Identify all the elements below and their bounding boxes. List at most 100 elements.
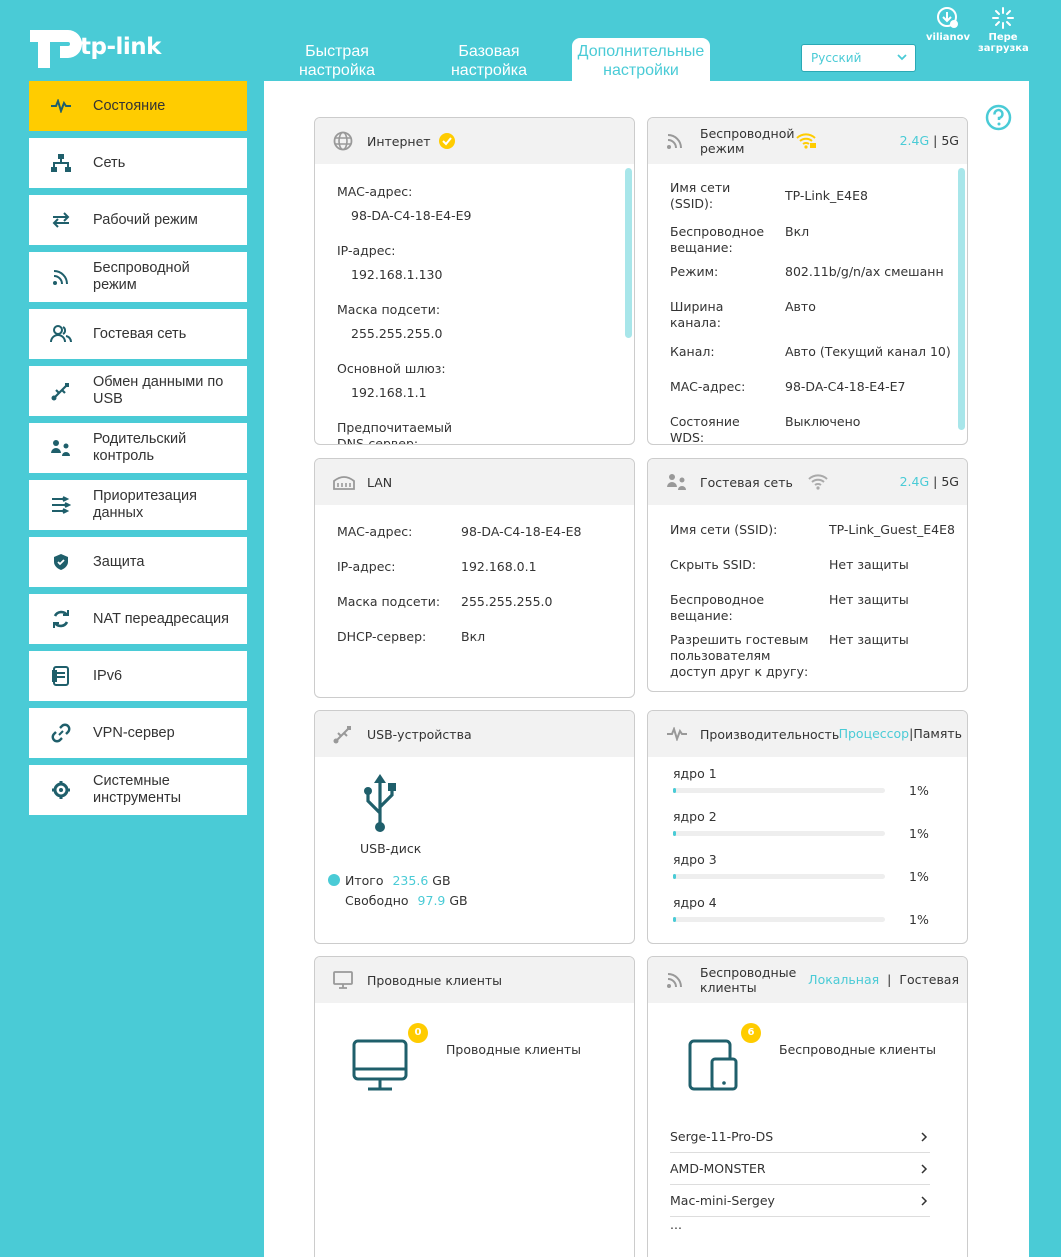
tab-basic[interactable]: Базовая настройка <box>420 38 558 82</box>
internet-title: Интернет <box>367 133 431 149</box>
qos-icon <box>29 496 93 514</box>
sidebar-item-label: Обмен данными по USB <box>93 374 224 407</box>
guest-allow-value: Нет защиты <box>829 632 909 647</box>
tab-local[interactable]: Локальная <box>808 972 879 987</box>
parental-icon <box>29 439 93 457</box>
chevron-right-icon <box>921 1132 928 1142</box>
sidebar-item-label: Состояние <box>93 97 166 114</box>
list-item[interactable]: Serge-11-Pro-DS <box>670 1121 930 1153</box>
lan-ip-value: 192.168.0.1 <box>461 559 537 574</box>
sidebar-item-status[interactable]: Состояние <box>29 81 247 131</box>
band-2g-tab[interactable]: 2.4G <box>900 133 930 148</box>
sidebar-item-label: Рабочий режим <box>93 211 198 228</box>
wireless-broadcast-value: Вкл <box>785 224 810 239</box>
wireless-card-header: Беспроводной режим 2.4G | 5G <box>648 118 967 164</box>
list-item[interactable]: Mac-mini-Sergey <box>670 1185 930 1217</box>
lan-ip-label: IP-адрес: <box>337 559 396 574</box>
wireless-icon <box>29 268 93 286</box>
list-item[interactable]: AMD-MONSTER <box>670 1153 930 1185</box>
sidebar-item-label: Гостевая сеть <box>93 325 187 342</box>
sidebar-item-wireless[interactable]: Беспроводной режим <box>29 252 247 302</box>
sidebar-item-usb[interactable]: Обмен данными по USB <box>29 366 247 416</box>
sidebar-item-nat[interactable]: NAT переадресация <box>29 594 247 644</box>
wireless-scrollbar[interactable] <box>958 168 965 430</box>
guest-band-5g-tab[interactable]: 5G <box>941 474 959 489</box>
tab-advanced[interactable]: Дополнительные настройки <box>572 38 710 82</box>
reboot-button[interactable]: Пере загрузка <box>978 6 1029 54</box>
core-4-value: 1% <box>909 912 929 927</box>
guest-broadcast-value: Нет защиты <box>829 592 909 607</box>
chevron-down-icon <box>897 54 907 61</box>
usb-free-label: Свободно <box>345 893 409 908</box>
sidebar-item-label: Приоритезация данных <box>93 488 198 521</box>
wired-clients-card: Проводные клиенты 0 Проводные клиенты <box>314 956 635 1257</box>
core-2-bar-fill <box>673 831 677 836</box>
tab-guest[interactable]: Гостевая <box>899 972 959 987</box>
sidebar: Состояние Сеть Рабочий режим Беспроводно… <box>29 81 247 822</box>
wireless-channel-value: Авто (Текущий канал 10) <box>785 344 951 359</box>
wired-monitor-icon[interactable] <box>352 1039 408 1091</box>
usb-disk-icon[interactable] <box>363 773 397 833</box>
sidebar-item-operation-mode[interactable]: Рабочий режим <box>29 195 247 245</box>
usb-free: Свободно 97.9 GB <box>345 893 468 909</box>
language-select[interactable]: Русский <box>801 44 916 72</box>
lan-card: LAN MAC-адрес: 98-DA-C4-18-E4-E8 IP-адре… <box>314 458 635 698</box>
sidebar-item-label: IPv6 <box>93 667 123 684</box>
tablet-phone-icon[interactable] <box>688 1039 738 1091</box>
core-1-bar <box>673 788 885 793</box>
band-5g-tab[interactable]: 5G <box>941 133 959 148</box>
core-2-label: ядро 2 <box>673 809 717 824</box>
sidebar-item-label: Беспроводной режим <box>93 260 190 293</box>
internet-card-header: Интернет <box>315 118 634 164</box>
wireless-clients-count-badge: 6 <box>741 1023 761 1043</box>
top-tabs: Быстрая настройка Базовая настройка Допо… <box>268 38 710 82</box>
internet-card: Интернет MAC-адрес: 98-DA-C4-18-E4-E9 IP… <box>314 117 635 445</box>
performance-tab-switch: Процессор|Память <box>839 726 962 741</box>
guest-title: Гостевая сеть <box>700 474 793 490</box>
wifi-lock-icon <box>796 133 816 149</box>
globe-icon <box>333 131 357 151</box>
wired-clients-label: Проводные клиенты <box>446 1042 582 1057</box>
sidebar-item-label: Системные инструменты <box>93 773 182 806</box>
core-1-label: ядро 1 <box>673 766 717 781</box>
usb-free-value: 97.9 <box>417 893 446 908</box>
lan-title: LAN <box>367 474 393 490</box>
sidebar-item-label: Защита <box>93 553 145 570</box>
sidebar-item-guest-network[interactable]: Гостевая сеть <box>29 309 247 359</box>
sidebar-item-vpn[interactable]: VPN-сервер <box>29 708 247 758</box>
guest-band-2g-tab[interactable]: 2.4G <box>900 474 930 489</box>
tab-memory[interactable]: Память <box>913 726 962 741</box>
sidebar-item-network[interactable]: Сеть <box>29 138 247 188</box>
sidebar-item-label: Сеть <box>93 154 126 171</box>
more-clients[interactable]: ... <box>670 1217 682 1233</box>
network-icon <box>29 154 93 172</box>
sidebar-item-qos[interactable]: Приоритезация данных <box>29 480 247 530</box>
sidebar-item-label: Родительский контроль <box>93 431 187 464</box>
guest-ssid-value: TP-Link_Guest_E4E8 <box>829 522 955 537</box>
wireless-broadcast-label: Беспроводное вещание: <box>670 224 765 255</box>
sidebar-item-ipv6[interactable]: IPv6 <box>29 651 247 701</box>
user-name: vilianov <box>926 32 971 43</box>
guest-allow-label: Разрешить гостевым пользователям доступ … <box>670 632 809 679</box>
internet-mac-value: 98-DA-C4-18-E4-E9 <box>351 208 472 223</box>
client-name: AMD-MONSTER <box>670 1161 766 1176</box>
sidebar-item-system-tools[interactable]: Системные инструменты <box>29 765 247 815</box>
sidebar-item-parental-control[interactable]: Родительский контроль <box>29 423 247 473</box>
core-3-bar <box>673 874 885 879</box>
user-account-button[interactable]: vilianov <box>926 6 970 43</box>
reboot-label: Пере загрузка <box>978 32 1029 54</box>
wireless-mode-label: Режим: <box>670 264 719 279</box>
wireless-mac-label: MAC-адрес: <box>670 379 746 394</box>
help-icon[interactable] <box>985 104 1012 131</box>
wireless-clients-tab-switch: Локальная | Гостевая <box>808 972 959 987</box>
tab-quick-setup[interactable]: Быстрая настройка <box>268 38 406 82</box>
wireless-ssid-value: TP-Link_E4E8 <box>785 188 868 203</box>
lan-mac-value: 98-DA-C4-18-E4-E8 <box>461 524 582 539</box>
chevron-right-icon <box>921 1196 928 1206</box>
internet-scrollbar[interactable] <box>625 168 632 338</box>
tab-cpu[interactable]: Процессор <box>839 726 910 741</box>
core-3-bar-fill <box>673 874 677 879</box>
lan-dhcp-value: Вкл <box>461 629 486 644</box>
internet-mask-value: 255.255.255.0 <box>351 326 443 341</box>
sidebar-item-security[interactable]: Защита <box>29 537 247 587</box>
